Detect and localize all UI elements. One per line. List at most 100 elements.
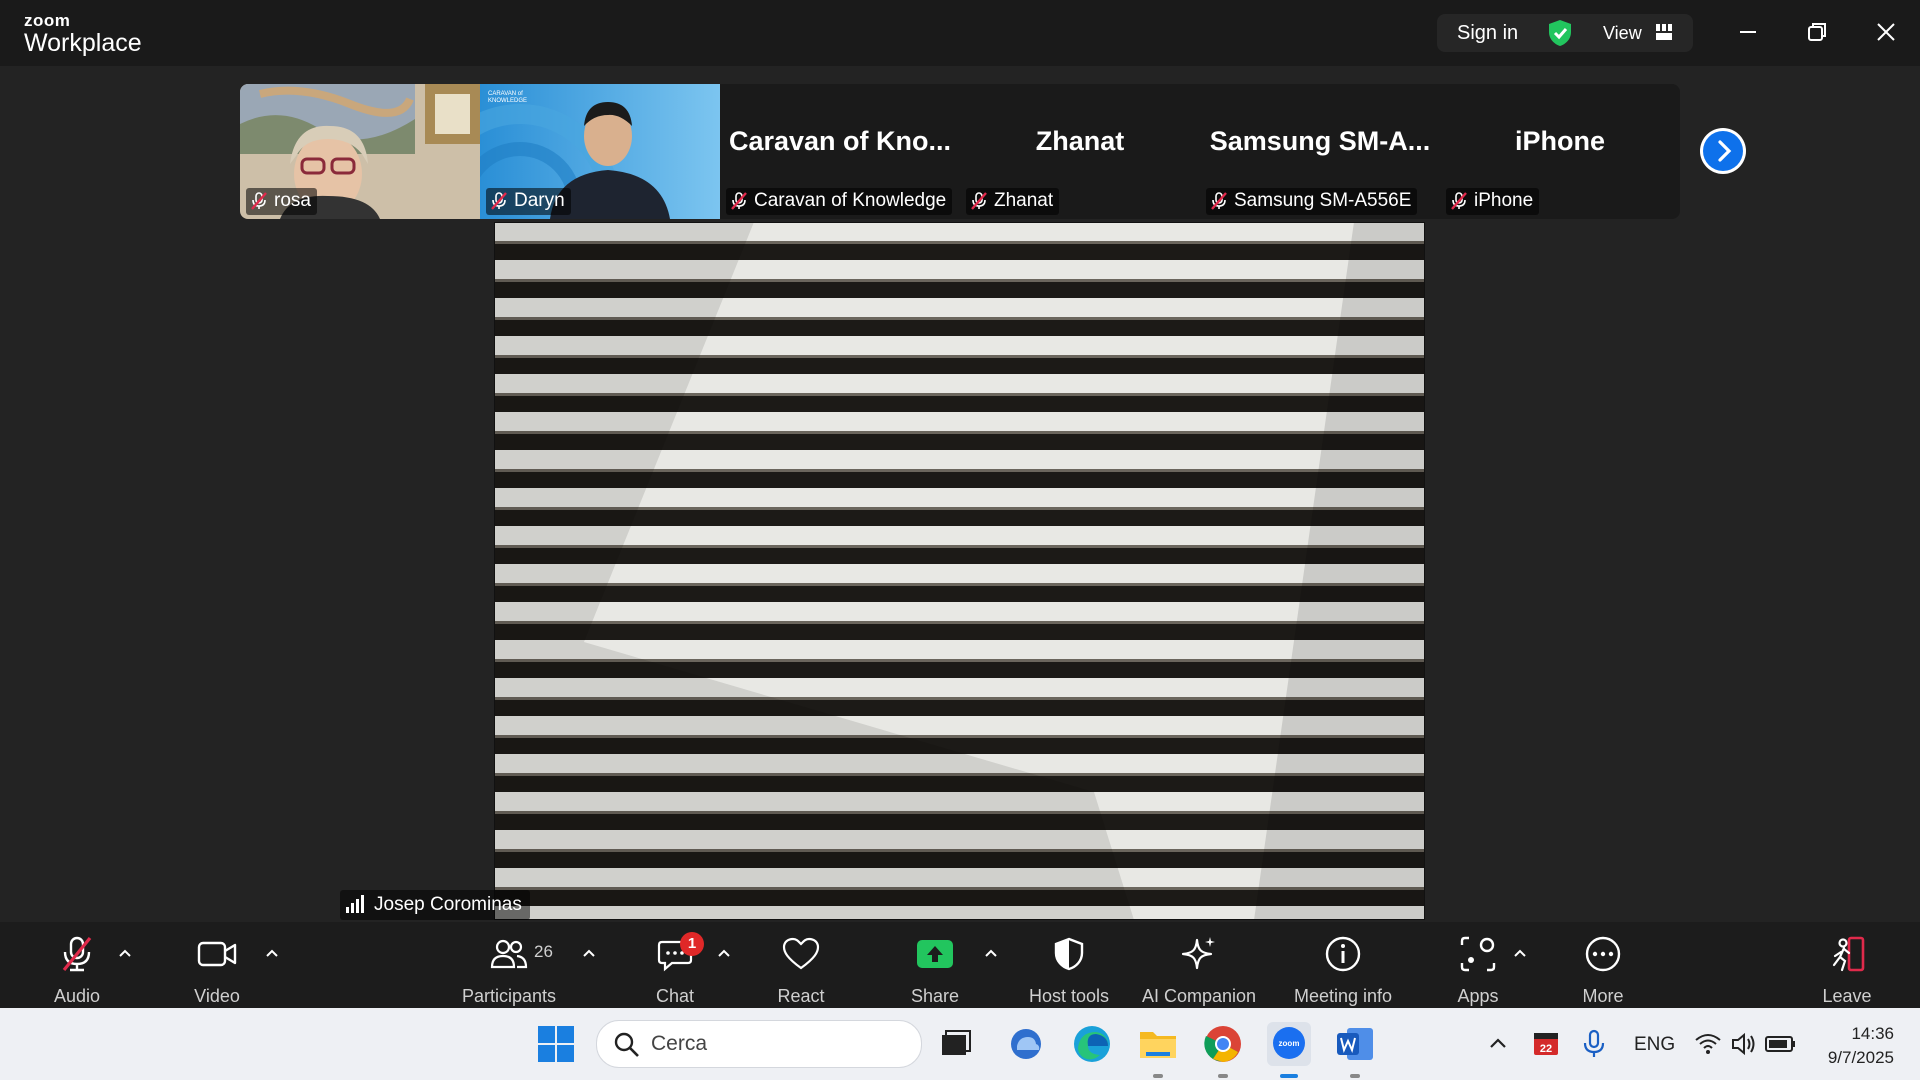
chat-unread-badge: 1 — [680, 932, 704, 956]
leave-door-icon — [1832, 936, 1865, 972]
calendar-app-icon[interactable]: 22 — [1524, 1022, 1568, 1066]
participant-name: Samsung SM-A556E — [1234, 190, 1412, 211]
participant-display-name: Zhanat — [1035, 126, 1125, 156]
zoom-workplace-logo: zoom Workplace — [24, 12, 142, 56]
taskbar-search-input[interactable]: Cerca — [596, 1020, 922, 1068]
leave-button[interactable]: Leave — [1792, 930, 1902, 1006]
minimize-icon[interactable] — [1734, 18, 1762, 46]
info-icon — [1325, 936, 1361, 972]
sparkle-icon — [1181, 937, 1215, 970]
chrome-browser-icon[interactable] — [1201, 1022, 1245, 1078]
chat-options-chevron-up-icon[interactable] — [715, 946, 733, 960]
file-explorer-icon[interactable] — [1136, 1022, 1180, 1078]
participant-name: Zhanat — [994, 190, 1054, 211]
share-label: Share — [910, 986, 960, 1006]
participant-caption: Caravan of Knowledge — [726, 188, 953, 215]
heart-icon — [782, 937, 820, 970]
sign-in-button[interactable]: Sign in — [1457, 22, 1518, 45]
speaker-name: Josep Corominas — [374, 894, 522, 915]
ai-companion-label: AI Companion — [1141, 986, 1257, 1006]
share-options-chevron-up-icon[interactable] — [982, 946, 1000, 960]
shield-icon — [1054, 937, 1084, 971]
participant-display-name: iPhone — [1514, 126, 1605, 156]
task-view-icon[interactable] — [933, 1022, 977, 1066]
muted-mic-icon — [1211, 192, 1227, 210]
close-icon[interactable] — [1872, 18, 1900, 46]
view-button[interactable]: View — [1603, 23, 1642, 44]
more-label: More — [1582, 986, 1624, 1006]
participant-caption: iPhone — [1446, 188, 1540, 215]
video-camera-icon — [197, 941, 237, 967]
shield-check-icon[interactable] — [1545, 18, 1575, 53]
apps-button[interactable]: Apps — [1423, 930, 1533, 1006]
participant-name: iPhone — [1474, 190, 1534, 211]
search-placeholder: Cerca — [651, 1032, 708, 1055]
grid-icon[interactable] — [1655, 23, 1673, 46]
more-icon — [1585, 936, 1621, 972]
audio-button[interactable]: Audio — [22, 930, 132, 1006]
more-button[interactable]: More — [1548, 930, 1658, 1006]
video-options-chevron-up-icon[interactable] — [263, 946, 281, 960]
taskbar-clock[interactable]: 14:36 9/7/2025 — [1810, 1022, 1894, 1070]
active-speaker-video — [494, 222, 1425, 920]
speaker-name-label: Josep Corominas — [340, 890, 530, 920]
participant-tile-caravan-of-knowledge[interactable]: Caravan of Kno... Caravan of Knowledge — [720, 84, 960, 219]
battery-icon[interactable] — [1758, 1022, 1802, 1066]
edge-browser-icon[interactable] — [1070, 1022, 1114, 1066]
language-indicator[interactable]: ENG — [1634, 1034, 1675, 1056]
windows-taskbar: Cerca zoom 22 ENG 14:36 9/7/2025 — [0, 1008, 1920, 1080]
search-icon — [614, 1032, 639, 1057]
next-page-button[interactable] — [1700, 128, 1746, 174]
host-tools-button[interactable]: Host tools — [1014, 930, 1124, 1006]
participant-tile-daryn[interactable]: CARAVAN of KNOWLEDGE Daryn — [420, 84, 720, 219]
participants-options-chevron-up-icon[interactable] — [580, 946, 598, 960]
participant-gallery-strip: rosa CARAVAN of KNOWLEDGE Daryn Caravan … — [240, 84, 1680, 219]
share-button[interactable]: Share — [880, 930, 990, 1006]
audio-label: Audio — [53, 986, 101, 1006]
chat-button[interactable]: Chat — [620, 930, 730, 1006]
participants-count: 26 — [534, 942, 553, 961]
calendar-day: 22 — [1540, 1043, 1552, 1055]
audio-options-chevron-up-icon[interactable] — [116, 946, 134, 960]
video-label: Video — [194, 986, 240, 1006]
participants-button[interactable]: 26 Participants — [454, 930, 564, 1006]
participant-caption: Samsung SM-A556E — [1206, 188, 1418, 215]
clock-date: 9/7/2025 — [1827, 1048, 1894, 1067]
logo-brand: zoom — [24, 11, 71, 30]
active-indicator — [1280, 1074, 1298, 1078]
participant-name: Caravan of Knowledge — [754, 190, 947, 211]
participant-tile-iphone[interactable]: iPhone iPhone — [1440, 84, 1680, 219]
microphone-icon[interactable] — [1572, 1022, 1616, 1066]
apps-options-chevron-up-icon[interactable] — [1511, 946, 1529, 960]
leave-label: Leave — [1822, 986, 1872, 1006]
muted-mic-icon — [251, 192, 267, 210]
participant-tile-rosa[interactable]: rosa — [240, 84, 480, 219]
react-button[interactable]: React — [746, 930, 856, 1006]
muted-mic-icon — [731, 192, 747, 210]
meeting-info-button[interactable]: Meeting info — [1288, 930, 1398, 1006]
participant-tile-samsung[interactable]: Samsung SM-A... Samsung SM-A556E — [1200, 84, 1440, 219]
ai-companion-button[interactable]: AI Companion — [1142, 930, 1256, 1006]
apps-icon — [1460, 936, 1496, 972]
logo-product: Workplace — [24, 29, 142, 57]
clock-time: 14:36 — [1851, 1024, 1894, 1043]
titlebar-controls: Sign in View — [1437, 14, 1693, 52]
participant-display-name: Caravan of Kno... — [728, 126, 952, 156]
windows-start-icon[interactable] — [534, 1022, 578, 1066]
show-hidden-icons-chevron-up-icon[interactable] — [1476, 1022, 1520, 1066]
running-indicator — [1153, 1074, 1163, 1078]
video-button[interactable]: Video — [162, 930, 272, 1006]
participant-tile-zhanat[interactable]: Zhanat Zhanat — [960, 84, 1200, 219]
daryn-background-logo: CARAVAN of KNOWLEDGE — [488, 91, 528, 104]
zoom-app-icon[interactable]: zoom — [1267, 1022, 1311, 1078]
signal-strength-icon — [346, 895, 364, 913]
running-indicator — [1350, 1074, 1360, 1078]
muted-mic-icon — [491, 192, 507, 210]
meeting-toolbar: Audio Video 26 Participants Chat React S… — [0, 922, 1920, 1008]
muted-mic-icon — [971, 192, 987, 210]
word-app-icon[interactable] — [1333, 1022, 1377, 1078]
restore-icon[interactable] — [1803, 18, 1831, 46]
weather-widget-icon[interactable] — [1004, 1022, 1048, 1066]
running-indicator — [1218, 1074, 1228, 1078]
chevron-right-icon — [1703, 131, 1743, 171]
